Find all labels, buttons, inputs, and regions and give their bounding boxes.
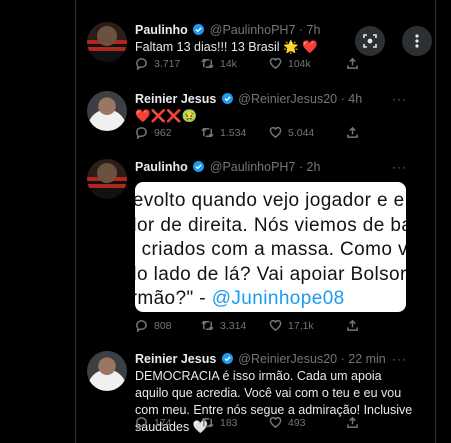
tweet[interactable]: Reinier Jesus @ReinierJesus20 · 22 min ·… [87, 351, 417, 437]
like-icon [269, 57, 282, 70]
like-icon [269, 319, 282, 332]
like-button[interactable]: 104k [269, 57, 311, 70]
more-menu-button[interactable] [402, 26, 432, 56]
image-text-line: do lado de lá? Vai apoiar Bolsor [135, 263, 406, 285]
display-name[interactable]: Reinier Jesus [135, 352, 216, 366]
image-mention: @Juninhope08 [211, 288, 345, 310]
like-icon [269, 126, 282, 139]
retweet-count: 1.534 [220, 126, 247, 139]
reply-count: 174 [154, 416, 172, 429]
image-text-line: irmão?" - [135, 288, 207, 310]
tweet-header: Reinier Jesus @ReinierJesus20 · 22 min ·… [135, 351, 417, 367]
verified-icon [221, 93, 233, 104]
share-icon [347, 319, 358, 331]
action-bar: 174 183 493 [135, 416, 395, 432]
handle[interactable]: @ReinierJesus20 [238, 92, 337, 106]
share-button[interactable] [346, 126, 359, 139]
display-name[interactable]: Reinier Jesus [135, 92, 216, 106]
action-bar: 962 1.534 5.044 [135, 126, 395, 142]
like-count: 5.044 [288, 126, 315, 139]
verified-icon [193, 24, 205, 35]
retweet-count: 14k [220, 57, 237, 70]
handle[interactable]: @PaulinhoPH7 [210, 160, 296, 174]
image-text-line: revolto quando vejo jogador e e [135, 190, 405, 211]
reply-count: 808 [154, 319, 172, 332]
timestamp[interactable]: · 4h [341, 92, 363, 106]
tweet-header: Paulinho @PaulinhoPH7 · 2h ··· [135, 159, 417, 175]
share-icon [347, 57, 358, 69]
retweet-icon [201, 127, 214, 138]
timeline-right-border [435, 0, 436, 443]
retweet-count: 183 [220, 416, 238, 429]
lens-icon [363, 34, 377, 48]
like-button[interactable]: 493 [269, 416, 306, 429]
action-bar: 3.717 14k 104k [135, 57, 395, 73]
reply-count: 962 [154, 126, 172, 139]
share-icon [347, 126, 358, 138]
share-button[interactable] [346, 319, 359, 332]
tweet-image[interactable]: revolto quando vejo jogador e e dor de d… [135, 182, 406, 312]
like-icon [269, 416, 282, 429]
retweet-icon [201, 320, 214, 331]
reply-button[interactable]: 808 [135, 319, 172, 332]
timestamp[interactable]: · 2h [299, 160, 321, 174]
reply-icon [136, 127, 147, 139]
display-name[interactable]: Paulinho [135, 160, 188, 174]
like-button[interactable]: 17,1k [269, 319, 314, 332]
avatar[interactable] [87, 91, 127, 131]
retweet-icon [201, 417, 214, 428]
more-options-button[interactable]: ··· [392, 159, 407, 175]
timestamp[interactable]: · 22 min [341, 352, 386, 366]
image-text-line: dor de direita. Nós viemos de ba [135, 214, 406, 236]
reply-button[interactable]: 962 [135, 126, 172, 139]
handle[interactable]: @PaulinhoPH7 [210, 23, 296, 37]
like-count: 104k [288, 57, 311, 70]
image-text: revolto quando vejo jogador e e dor de d… [135, 189, 406, 312]
tweet-content: Reinier Jesus @ReinierJesus20 · 22 min ·… [135, 351, 417, 436]
avatar[interactable] [87, 22, 127, 62]
tweet-text: ❤️❌❌🤢 [135, 109, 198, 123]
action-bar: 808 3.314 17,1k [135, 319, 395, 335]
retweet-button[interactable]: 183 [201, 416, 238, 429]
more-vertical-icon [415, 34, 419, 48]
avatar[interactable] [87, 351, 127, 391]
reply-button[interactable]: 3.717 [135, 57, 180, 70]
more-options-button[interactable]: ··· [392, 351, 407, 367]
more-options-button[interactable]: ··· [392, 91, 407, 107]
avatar[interactable] [87, 159, 127, 199]
like-count: 493 [288, 416, 306, 429]
verified-icon [221, 353, 233, 364]
timestamp[interactable]: · 7h [299, 23, 321, 37]
handle[interactable]: @ReinierJesus20 [238, 352, 337, 366]
reply-count: 3.717 [154, 57, 181, 70]
share-icon [347, 416, 358, 428]
retweet-button[interactable]: 1.534 [201, 126, 246, 139]
tweet[interactable]: Reinier Jesus @ReinierJesus20 · 4h ··· ❤… [87, 91, 417, 149]
retweet-icon [201, 58, 214, 69]
retweet-button[interactable]: 14k [201, 57, 237, 70]
tweet-header: Reinier Jesus @ReinierJesus20 · 4h ··· [135, 91, 417, 107]
tweet[interactable]: Paulinho @PaulinhoPH7 · 2h ··· revolto q… [87, 159, 417, 339]
share-button[interactable] [346, 57, 359, 70]
reply-icon [136, 320, 147, 332]
reply-button[interactable]: 174 [135, 416, 172, 429]
reply-icon [136, 417, 147, 429]
reply-icon [136, 58, 147, 70]
timeline-left-border [75, 0, 76, 443]
like-count: 17,1k [288, 319, 314, 332]
tweet-content: Paulinho @PaulinhoPH7 · 2h ··· revolto q… [135, 159, 417, 332]
display-name[interactable]: Paulinho [135, 23, 188, 37]
verified-icon [193, 161, 205, 172]
retweet-button[interactable]: 3.314 [201, 319, 246, 332]
lens-button[interactable] [355, 26, 385, 56]
retweet-count: 3.314 [220, 319, 247, 332]
image-text-line: s criados com a massa. Como v [135, 239, 406, 261]
share-button[interactable] [346, 416, 359, 429]
tweet-content: Reinier Jesus @ReinierJesus20 · 4h ··· ❤… [135, 91, 417, 139]
like-button[interactable]: 5.044 [269, 126, 314, 139]
